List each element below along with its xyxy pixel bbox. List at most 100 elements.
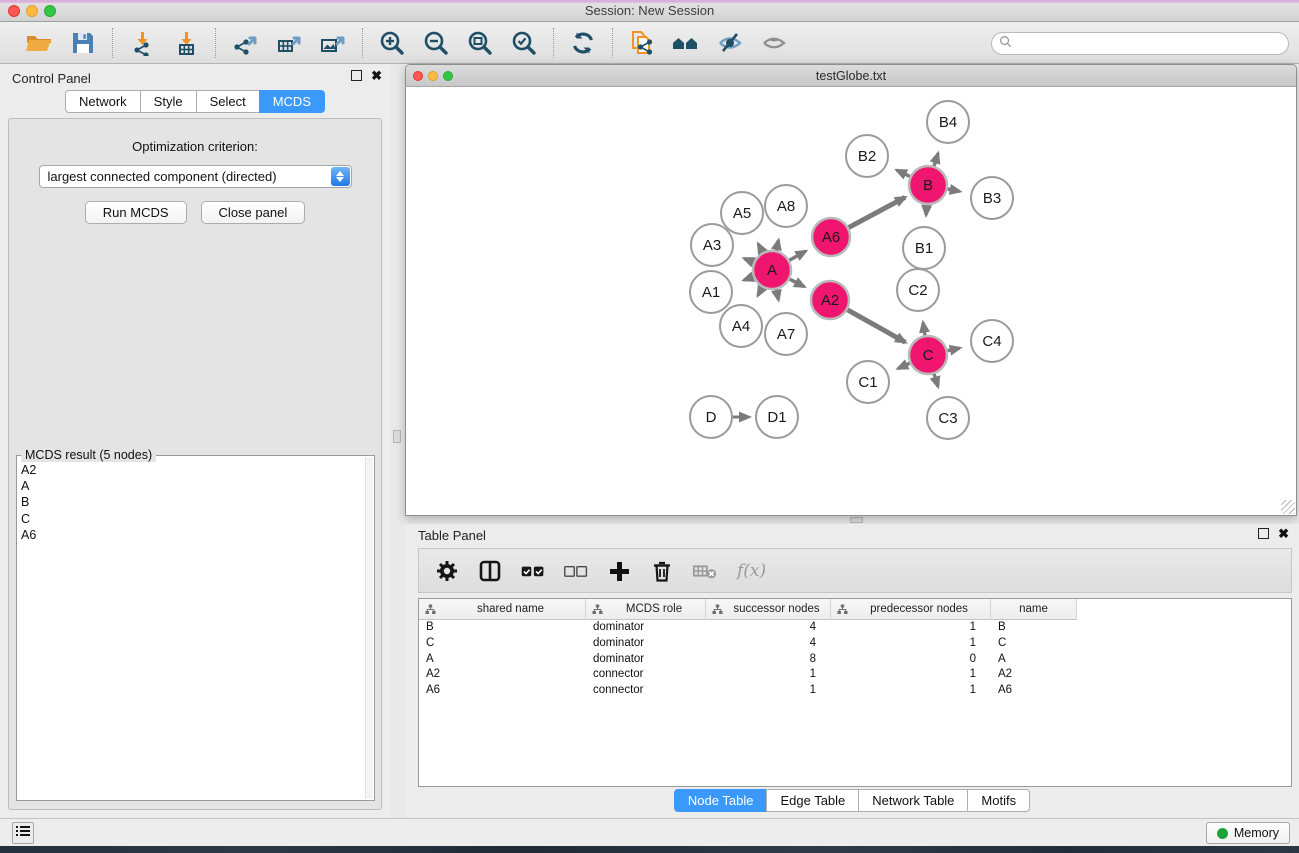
edge-A-A7[interactable] (776, 290, 778, 300)
tab-motifs[interactable]: Motifs (967, 789, 1030, 812)
search-box[interactable] (991, 32, 1289, 55)
tab-network[interactable]: Network (65, 90, 141, 113)
table-cell[interactable]: 4 (706, 620, 831, 636)
zoom-out-icon[interactable] (421, 28, 451, 58)
column-header-MCDS-role[interactable]: MCDS role (586, 599, 706, 620)
gear-icon[interactable] (434, 558, 460, 584)
table-cell[interactable]: 1 (831, 683, 991, 699)
edge-A-A4[interactable] (758, 287, 762, 295)
node-B4[interactable]: B4 (927, 101, 969, 143)
network-window-titlebar[interactable]: testGlobe.txt (406, 65, 1296, 87)
node-D1[interactable]: D1 (756, 396, 798, 438)
tab-node-table[interactable]: Node Table (674, 789, 768, 812)
tab-edge-table[interactable]: Edge Table (766, 789, 859, 812)
import-network-icon[interactable] (127, 28, 157, 58)
edge-A2-C[interactable] (847, 310, 905, 342)
node-A5[interactable]: A5 (721, 192, 763, 234)
node-C[interactable]: C (909, 336, 947, 374)
node-A3[interactable]: A3 (691, 224, 733, 266)
edge-B-B1[interactable] (926, 205, 927, 215)
checked-boxes-icon[interactable] (520, 558, 546, 584)
split-view-icon[interactable] (477, 558, 503, 584)
tab-network-table[interactable]: Network Table (858, 789, 968, 812)
tab-mcds[interactable]: MCDS (259, 90, 325, 113)
table-cell[interactable]: 1 (831, 667, 991, 683)
mcds-result-list[interactable]: A2ABCA6 (21, 462, 364, 798)
close-table-panel-icon[interactable]: ✖ (1278, 528, 1289, 539)
table-cell[interactable]: A (991, 652, 1077, 668)
table-cell[interactable]: A (419, 652, 586, 668)
vertical-splitter[interactable] (390, 64, 405, 818)
search-input[interactable] (1016, 35, 1288, 53)
delete-table-icon[interactable] (692, 558, 718, 584)
table-cell[interactable]: A6 (419, 683, 586, 699)
table-cell[interactable]: 0 (831, 652, 991, 668)
float-panel-icon[interactable] (351, 70, 362, 81)
zoom-fit-icon[interactable] (465, 28, 495, 58)
edge-A-A6[interactable] (789, 251, 805, 260)
table-cell[interactable]: A2 (419, 667, 586, 683)
column-header-successor-nodes[interactable]: successor nodes (706, 599, 831, 620)
mcds-result-item[interactable]: B (21, 494, 364, 510)
result-scrollbar[interactable] (365, 457, 373, 799)
node-A7[interactable]: A7 (765, 313, 807, 355)
mcds-result-item[interactable]: C (21, 511, 364, 527)
zoom-in-icon[interactable] (377, 28, 407, 58)
node-C3[interactable]: C3 (927, 397, 969, 439)
edge-B-B4[interactable] (934, 153, 938, 165)
edge-C-C2[interactable] (923, 323, 925, 336)
table-cell[interactable]: 1 (706, 683, 831, 699)
table-cell[interactable]: dominator (586, 620, 706, 636)
table-cell[interactable]: dominator (586, 636, 706, 652)
tab-select[interactable]: Select (196, 90, 260, 113)
table-cell[interactable]: dominator (586, 652, 706, 668)
edge-B-B2[interactable] (897, 170, 910, 176)
network-canvas[interactable]: B4B2BB3B1A5A8A3A6AA1C2A4A7A2C4CC1C3DD1 (406, 87, 1296, 515)
run-mcds-button[interactable]: Run MCDS (85, 201, 187, 224)
add-icon[interactable] (606, 558, 632, 584)
table-cell[interactable]: 8 (706, 652, 831, 668)
float-table-panel-icon[interactable] (1258, 528, 1269, 539)
tab-style[interactable]: Style (140, 90, 197, 113)
table-cell[interactable]: connector (586, 683, 706, 699)
node-table[interactable]: shared nameMCDS rolesuccessor nodesprede… (418, 598, 1292, 787)
mcds-result-item[interactable]: A6 (21, 527, 364, 543)
edge-A-A2[interactable] (790, 279, 804, 286)
vertical-splitter-handle[interactable] (393, 430, 401, 443)
table-cell[interactable]: 1 (706, 667, 831, 683)
table-row[interactable]: Adominator80A (419, 652, 1291, 668)
column-header-name[interactable]: name (991, 599, 1077, 620)
table-cell[interactable]: B (991, 620, 1077, 636)
horizontal-splitter-handle[interactable] (850, 517, 863, 523)
resize-grip[interactable] (1281, 500, 1295, 514)
network-graph[interactable]: B4B2BB3B1A5A8A3A6AA1C2A4A7A2C4CC1C3DD1 (406, 87, 1296, 515)
save-icon[interactable] (68, 28, 98, 58)
node-B1[interactable]: B1 (903, 227, 945, 269)
node-B[interactable]: B (909, 166, 947, 204)
unchecked-boxes-icon[interactable] (563, 558, 589, 584)
node-C1[interactable]: C1 (847, 361, 889, 403)
node-A4[interactable]: A4 (720, 305, 762, 347)
table-cell[interactable]: 4 (706, 636, 831, 652)
task-history-button[interactable] (12, 822, 34, 844)
table-cell[interactable]: A2 (991, 667, 1077, 683)
table-row[interactable]: Cdominator41C (419, 636, 1291, 652)
export-image-icon[interactable] (318, 28, 348, 58)
close-panel-button[interactable]: Close panel (201, 201, 306, 224)
column-header-predecessor-nodes[interactable]: predecessor nodes (831, 599, 991, 620)
table-row[interactable]: A6connector11A6 (419, 683, 1291, 699)
node-B3[interactable]: B3 (971, 177, 1013, 219)
horizontal-splitter[interactable] (405, 516, 1299, 524)
table-cell[interactable]: 1 (831, 636, 991, 652)
edge-A6-B[interactable] (849, 197, 905, 227)
node-A2[interactable]: A2 (811, 281, 849, 319)
edge-B-B3[interactable] (948, 189, 960, 191)
edge-A-A3[interactable] (744, 258, 753, 262)
show-eye-icon[interactable] (759, 28, 789, 58)
criterion-dropdown[interactable]: largest connected component (directed) (39, 165, 352, 188)
column-header-shared-name[interactable]: shared name (419, 599, 586, 620)
node-B2[interactable]: B2 (846, 135, 888, 177)
function-builder-button[interactable]: f(x) (737, 561, 766, 581)
node-D[interactable]: D (690, 396, 732, 438)
export-network-icon[interactable] (230, 28, 260, 58)
